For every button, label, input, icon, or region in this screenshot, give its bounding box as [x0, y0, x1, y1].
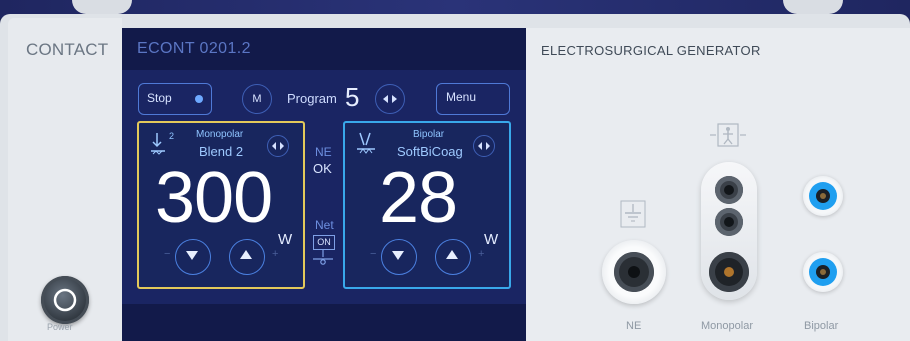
bipolar-panel: Bipolar SoftBiCoag 28 W − +: [343, 121, 511, 289]
left-right-arrows-icon: [272, 142, 284, 150]
ne-socket[interactable]: [602, 240, 666, 304]
monopolar-connector[interactable]: [701, 162, 757, 300]
triangle-down-icon: [186, 251, 198, 260]
net-status: ON: [317, 237, 331, 247]
ne-socket-hole: [614, 252, 654, 292]
monopolar-cut-icon: [151, 133, 165, 155]
stop-indicator-icon: [195, 95, 203, 103]
program-switch-button[interactable]: [375, 84, 405, 114]
bipolar-socket-top-hole: [816, 189, 830, 203]
power-label: Power: [47, 322, 73, 332]
monopolar-decrease-button[interactable]: [175, 239, 211, 275]
monopolar-socket-2-pin: [724, 217, 734, 227]
bipolar-coag-icon: [357, 132, 375, 154]
bipolar-socket-bottom-ring: [809, 258, 837, 286]
left-right-arrows-icon: [383, 95, 397, 103]
screen-title: ECONT 0201.2: [137, 40, 251, 57]
ground-icon: [620, 200, 646, 228]
generator-title: ELECTROSURGICAL GENERATOR: [541, 43, 761, 58]
ne-jack-label: NE: [626, 320, 642, 332]
m-button[interactable]: M: [242, 84, 272, 114]
monopolar-power-value: 300: [155, 158, 273, 238]
net-status-box: ON: [313, 235, 335, 250]
patient-type-icon: [710, 123, 746, 147]
monopolar-level-index: 2: [169, 131, 175, 141]
monopolar-main-pin: [724, 267, 734, 277]
bipolar-socket-top-pin: [820, 193, 826, 199]
monopolar-increase-button[interactable]: [229, 239, 265, 275]
bipolar-socket-top[interactable]: [803, 176, 843, 216]
program-label: Program: [287, 91, 337, 106]
monopolar-jack-label: Monopolar: [701, 320, 753, 332]
monopolar-mode-switch[interactable]: [267, 135, 289, 157]
menu-button[interactable]: Menu: [436, 83, 510, 115]
ne-label: NE: [315, 145, 332, 159]
ne-status: OK: [313, 161, 332, 176]
program-number: 5: [345, 82, 360, 112]
left-right-arrows-icon: [478, 142, 490, 150]
monopolar-socket-2: [715, 208, 743, 236]
ne-socket-pin: [628, 266, 640, 278]
monopolar-mode-label: Monopolar: [196, 129, 244, 140]
stop-label: Stop: [147, 91, 172, 105]
bipolar-socket-bottom[interactable]: [803, 252, 843, 292]
plus-sign: +: [272, 248, 279, 260]
menu-label: Menu: [446, 90, 477, 104]
m-label: M: [252, 93, 262, 105]
bipolar-power-value: 28: [379, 158, 458, 238]
triangle-up-icon: [240, 250, 252, 259]
monopolar-unit: W: [278, 231, 293, 248]
plus-sign: +: [478, 248, 485, 260]
bipolar-socket-top-ring: [809, 182, 837, 210]
bipolar-increase-button[interactable]: [435, 239, 471, 275]
monopolar-socket-1-pin: [724, 185, 734, 195]
power-icon: [53, 288, 77, 312]
handle-right: [783, 0, 843, 14]
monopolar-socket-1: [715, 176, 743, 204]
triangle-up-icon: [446, 250, 458, 259]
bipolar-socket-bottom-hole: [816, 265, 830, 279]
bipolar-socket-bottom-pin: [820, 269, 826, 275]
net-label: Net: [315, 218, 334, 232]
bipolar-mode-label: Bipolar: [413, 129, 445, 140]
triangle-down-icon: [392, 251, 404, 260]
minus-sign: −: [164, 248, 171, 260]
bipolar-unit: W: [484, 231, 499, 248]
handle-left: [72, 0, 132, 14]
monopolar-main-socket: [709, 252, 749, 292]
monopolar-panel: 2 Monopolar Blend 2 300 W − +: [137, 121, 305, 289]
bipolar-decrease-button[interactable]: [381, 239, 417, 275]
stop-button[interactable]: Stop: [138, 83, 212, 115]
power-button[interactable]: [41, 276, 89, 324]
minus-sign: −: [370, 248, 377, 260]
bipolar-jack-label: Bipolar: [804, 320, 839, 332]
net-switch-icon: [313, 250, 333, 265]
brand-name: CONTACT: [26, 40, 109, 59]
bipolar-mode-switch[interactable]: [473, 135, 495, 157]
